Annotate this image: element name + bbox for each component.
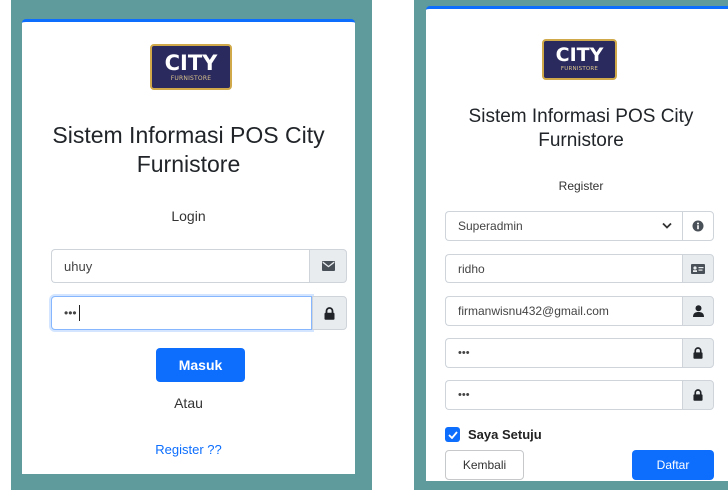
- lock-icon: [324, 306, 335, 320]
- password-input[interactable]: •••: [51, 296, 312, 330]
- title-line-2: Furnistore: [538, 130, 624, 152]
- logo: CITY FURNISTORE: [150, 44, 232, 90]
- role-selected-value: Superadmin: [458, 219, 523, 233]
- text-caret: [78, 305, 80, 321]
- id-card-icon: [691, 263, 705, 274]
- title-line-1: Sistem Informasi POS City: [468, 106, 694, 127]
- logo-sub-text: FURNISTORE: [560, 66, 599, 73]
- checkmark-icon: [447, 430, 458, 439]
- lock-icon: [693, 389, 703, 401]
- envelope-icon: [321, 261, 335, 271]
- password-addon: [682, 338, 714, 368]
- login-submit-button[interactable]: Masuk: [156, 348, 245, 382]
- password-input[interactable]: •••: [445, 338, 682, 368]
- login-card: CITY FURNISTORE Sistem Informasi POS Cit…: [22, 19, 355, 474]
- register-panel: CITY FURNISTORE Sistem Informasi POS Cit…: [414, 0, 728, 490]
- form-subtitle: Login: [171, 208, 206, 224]
- username-addon: [309, 249, 347, 283]
- confirm-password-addon: [682, 380, 714, 410]
- role-select[interactable]: Superadmin: [445, 211, 682, 241]
- title-line-2: Furnistore: [136, 151, 241, 178]
- email-addon: [682, 296, 714, 326]
- password-dots: •••: [64, 306, 77, 320]
- agree-checkbox[interactable]: [445, 427, 460, 442]
- confirm-password-input[interactable]: •••: [445, 380, 682, 410]
- register-submit-button[interactable]: Daftar: [632, 450, 714, 480]
- page-title: Sistem Informasi POS City Furnistore: [426, 105, 728, 154]
- title-line-1: Sistem Informasi POS City: [52, 122, 325, 148]
- form-subtitle: Register: [558, 179, 604, 193]
- back-button[interactable]: Kembali: [445, 450, 524, 480]
- register-card: CITY FURNISTORE Sistem Informasi POS Cit…: [426, 6, 728, 481]
- page-title: Sistem Informasi POS City Furnistore: [22, 121, 355, 180]
- email-input-group: firmanwisnu432@gmail.com: [445, 296, 714, 326]
- login-panel: CITY FURNISTORE Sistem Informasi POS Cit…: [11, 0, 372, 490]
- register-link[interactable]: Register ??: [22, 442, 355, 457]
- password-addon: [312, 296, 347, 330]
- role-input-group: Superadmin: [445, 211, 714, 241]
- username-input[interactable]: uhuy: [51, 249, 309, 283]
- or-separator: Atau: [174, 395, 203, 411]
- logo-main-text: CITY: [164, 50, 218, 75]
- user-icon: [692, 305, 704, 317]
- lock-icon: [693, 347, 703, 359]
- agree-checkbox-row[interactable]: Saya Setuju: [445, 427, 542, 442]
- confirm-password-input-group: •••: [445, 380, 714, 410]
- agree-label: Saya Setuju: [468, 427, 542, 442]
- password-input-group: •••: [445, 338, 714, 368]
- password-input-group: •••: [51, 296, 347, 330]
- logo-main-text: CITY: [555, 44, 604, 67]
- name-addon: [682, 254, 714, 283]
- logo: CITY FURNISTORE: [542, 39, 617, 80]
- logo-sub-text: FURNISTORE: [170, 74, 212, 82]
- name-input[interactable]: ridho: [445, 254, 682, 283]
- info-icon: [692, 220, 704, 232]
- role-addon: [682, 211, 714, 241]
- name-input-group: ridho: [445, 254, 714, 283]
- email-input[interactable]: firmanwisnu432@gmail.com: [445, 296, 682, 326]
- chevron-down-icon: [662, 222, 672, 229]
- username-input-group: uhuy: [51, 249, 347, 283]
